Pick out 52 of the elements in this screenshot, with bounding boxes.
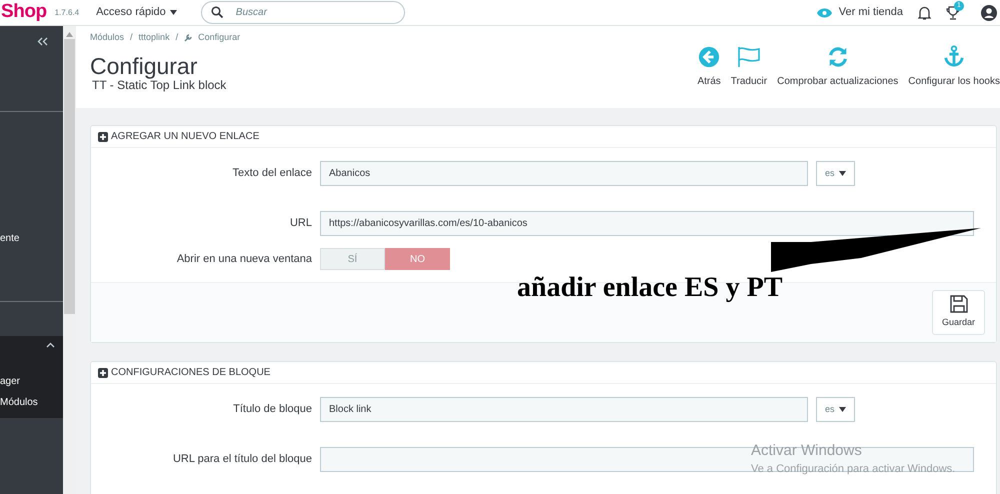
breadcrumb-separator: / [176,31,178,44]
bell-icon[interactable] [918,6,931,20]
url-field[interactable]: https://abanicosyvarillas.com/es/10-abanicos [320,211,974,236]
collapse-icon[interactable] [37,37,48,46]
wrench-icon [184,34,192,42]
breadcrumb-link[interactable]: tttoplink [138,31,170,44]
toolbar-button[interactable]: Configurar los hooks [908,44,1000,89]
anchor-icon [943,44,966,68]
panel-title: AGREGAR UN NUEVO ENLACE [111,130,260,144]
caret-icon [170,10,177,15]
caret-icon [838,171,846,176]
search-icon [210,6,223,18]
trophy-icon[interactable] [946,6,960,20]
text-field[interactable]: Abanicos [320,161,808,186]
quick-access-menu[interactable]: Acceso rápido [96,4,177,21]
plus-square-icon [98,132,108,142]
user-avatar-icon[interactable] [981,4,997,20]
breadcrumb-separator: / [130,31,133,44]
text-field[interactable]: Block link [320,397,808,422]
activation-notice-title: Activar Windows [751,442,863,461]
page-title: Configurar [90,54,198,78]
field-label: Título de bloque [232,402,313,418]
refresh-icon [826,46,849,68]
field-label: URL [288,216,313,232]
sidebar-item[interactable]: ager [0,374,63,389]
save-button[interactable]: Guardar [932,290,985,335]
language-dropdown[interactable]: es [816,397,855,422]
sidebar-item[interactable]: ente [0,231,63,246]
toolbar-button[interactable]: Traducir [730,46,768,89]
field-label: Abrir en una nueva ventana [176,252,313,267]
logo: Shop [1,0,47,24]
plus-square-icon [98,368,108,378]
sidebar-item[interactable]: Módulos [0,395,63,410]
activation-notice-text: Ve a Configuración para activar Windows. [751,462,956,477]
eye-icon [816,8,832,18]
view-store-link[interactable]: Ver mi tienda [838,4,903,21]
search-field[interactable]: Buscar [200,1,405,24]
annotation-text: añadir enlace ES y PT [517,274,783,302]
page-subtitle: TT - Static Top Link block [92,78,228,94]
toolbar-button[interactable]: Atrás [697,46,721,89]
caret-icon [838,407,846,412]
field-label: Texto del enlace [232,166,313,182]
breadcrumb-link[interactable]: Configurar [198,31,240,44]
scrollbar-thumb[interactable] [64,39,75,314]
flag-icon [736,46,761,68]
language-dropdown[interactable]: es [816,161,855,186]
toolbar-button[interactable]: Comprobar actualizaciones [777,46,898,89]
breadcrumb-link[interactable]: Módulos [90,31,124,44]
field-label: URL para el título del bloque [172,452,313,468]
panel-title: CONFIGURACIONES DE BLOQUE [111,366,270,380]
caret-up-icon[interactable] [46,342,55,348]
version-label: 1.7.6.4 [54,6,80,18]
